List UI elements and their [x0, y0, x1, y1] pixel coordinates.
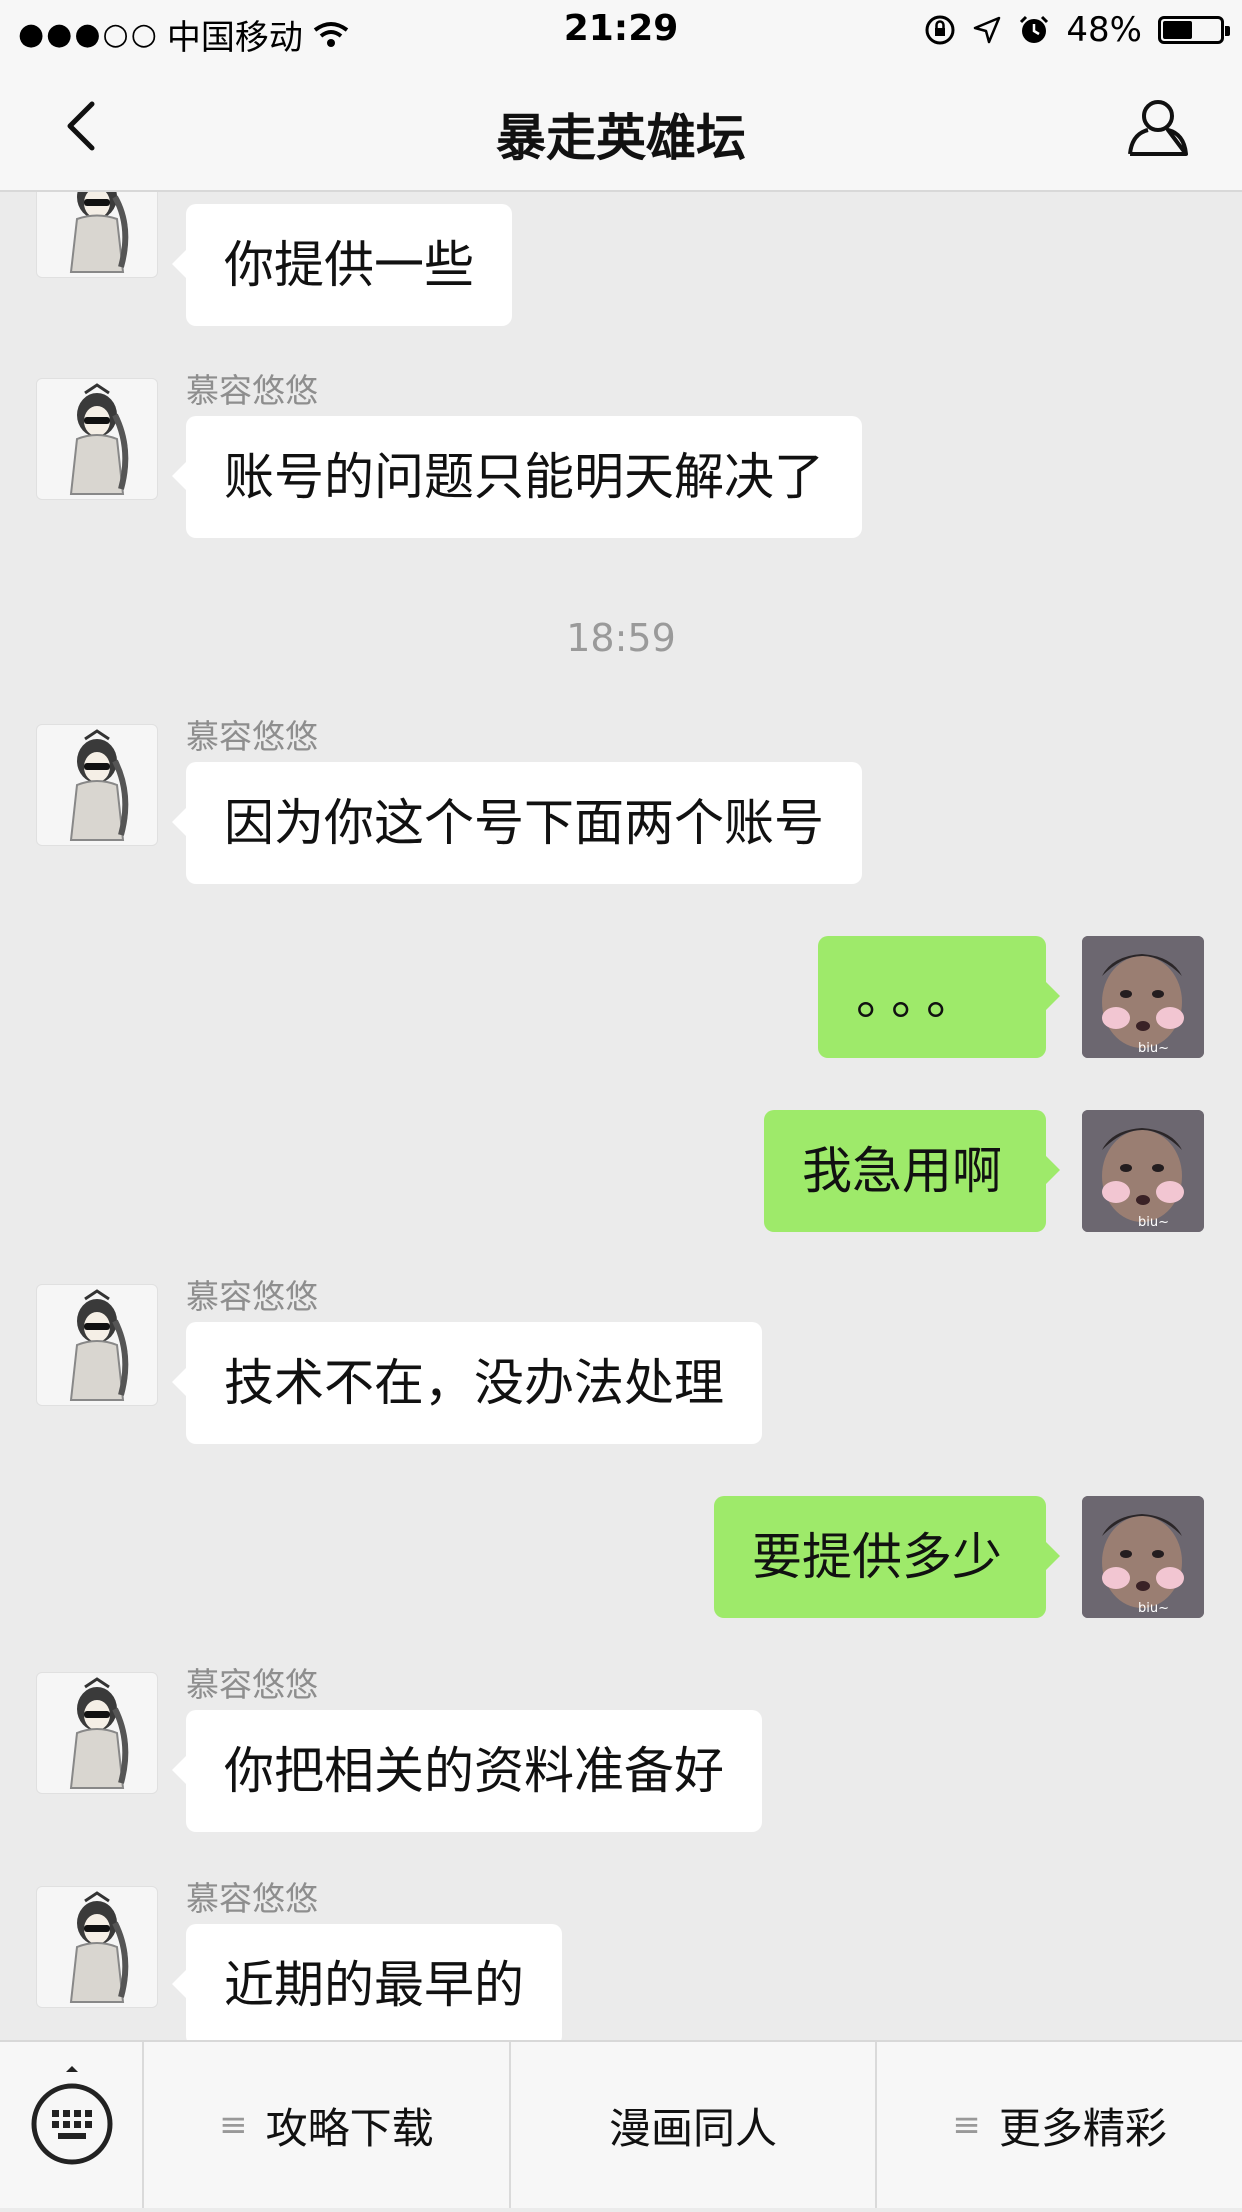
chat-timestamp: 18:59: [566, 616, 676, 660]
rotation-lock-icon: [925, 15, 955, 45]
my-avatar[interactable]: biu~: [1082, 1110, 1204, 1232]
keyboard-icon: [31, 2066, 113, 2165]
message-bubble[interactable]: 你提供一些: [172, 204, 512, 326]
avatar-caption: biu~: [1138, 1041, 1169, 1056]
girl-avatar-icon: [69, 383, 129, 495]
meme-face-avatar-icon: biu~: [1082, 1496, 1204, 1618]
girl-avatar-icon: [69, 1289, 129, 1401]
battery-icon: [1158, 16, 1230, 44]
message-bubble[interactable]: 我急用啊: [764, 1110, 1060, 1232]
sender-name: 慕容悠悠: [186, 371, 318, 410]
menu-item-label: 攻略下载: [265, 2103, 434, 2153]
girl-avatar-icon: [69, 729, 129, 841]
girl-avatar-icon: [69, 1891, 129, 2003]
menu-item-guides[interactable]: ≡ 攻略下载: [144, 2042, 511, 2208]
contact-avatar[interactable]: [36, 378, 158, 500]
contact-avatar[interactable]: [36, 1284, 158, 1406]
avatar-caption: biu~: [1138, 1215, 1169, 1230]
message-bubble[interactable]: 因为你这个号下面两个账号: [172, 762, 862, 884]
meme-face-avatar-icon: biu~: [1082, 1110, 1204, 1232]
sender-name: 慕容悠悠: [186, 1277, 318, 1316]
battery-percent: 48%: [1066, 10, 1142, 50]
message-bubble[interactable]: 要提供多少: [714, 1496, 1060, 1618]
menu-list-icon: ≡: [219, 2105, 248, 2145]
alarm-icon: [1020, 15, 1049, 43]
profile-icon[interactable]: [1126, 96, 1190, 158]
meme-face-avatar-icon: biu~: [1082, 936, 1204, 1058]
menu-item-comics[interactable]: 漫画同人: [511, 2042, 878, 2208]
contact-avatar[interactable]: [36, 192, 158, 278]
avatar-caption: biu~: [1138, 1601, 1169, 1616]
contact-avatar[interactable]: [36, 1672, 158, 1794]
sender-name: 慕容悠悠: [186, 1665, 318, 1704]
message-bubble[interactable]: 近期的最早的: [172, 1924, 562, 2040]
message-bubble[interactable]: 。。。: [818, 936, 1060, 1058]
battery-fill: [1163, 21, 1192, 39]
status-bar: ●●●○○ 中国移动 21:29 48%: [0, 0, 1242, 62]
sender-name: 慕容悠悠: [186, 1879, 318, 1918]
message-bubble[interactable]: 你把相关的资料准备好: [172, 1710, 762, 1832]
menu-list-icon: ≡: [952, 2105, 981, 2145]
menu-item-label: 更多精彩: [998, 2103, 1167, 2153]
chat-scroll-area[interactable]: 你提供一些 慕容悠悠 账号的问题只能明天解决了 18:59 慕容悠悠 因为你这个…: [0, 192, 1242, 2040]
keyboard-toggle-button[interactable]: [0, 2042, 144, 2208]
sender-name: 慕容悠悠: [186, 717, 318, 756]
message-bubble[interactable]: 技术不在，没办法处理: [172, 1322, 762, 1444]
contact-avatar[interactable]: [36, 1886, 158, 2008]
nav-bar: 暴走英雄坛: [0, 62, 1242, 192]
bottom-menu-bar: ≡ 攻略下载 漫画同人 ≡ 更多精彩: [0, 2040, 1242, 2208]
girl-avatar-icon: [69, 1677, 129, 1789]
status-icons: 48%: [924, 10, 1230, 50]
page-title: 暴走英雄坛: [496, 109, 746, 167]
menu-item-label: 漫画同人: [609, 2103, 778, 2153]
menu-item-more[interactable]: ≡ 更多精彩: [877, 2042, 1242, 2208]
contact-avatar[interactable]: [36, 724, 158, 846]
my-avatar[interactable]: biu~: [1082, 936, 1204, 1058]
location-icon: [974, 16, 1001, 44]
my-avatar[interactable]: biu~: [1082, 1496, 1204, 1618]
girl-avatar-icon: [69, 192, 129, 273]
message-bubble[interactable]: 账号的问题只能明天解决了: [172, 416, 862, 538]
